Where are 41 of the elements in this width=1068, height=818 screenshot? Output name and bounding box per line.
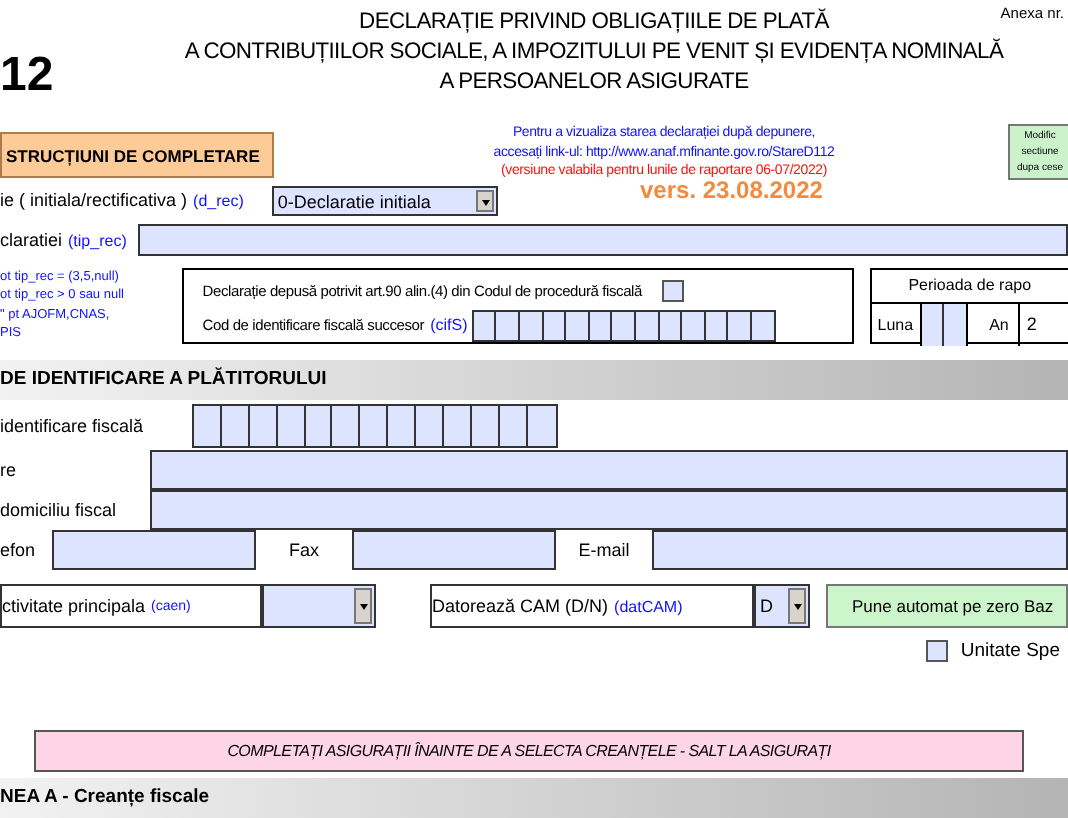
checkbox[interactable] [662, 280, 684, 302]
form-title: A CONTRIBUȚIILOR SOCIALE, A IMPOZITULUI PE VENIT ȘI EVIDENȚA NOMINALĂ [184, 38, 1004, 68]
field-label: ctivitate principala [2, 596, 146, 616]
field-label: An [967, 304, 1021, 346]
section-header: NEA A - Creanțe fiscale [0, 778, 1068, 818]
address-field[interactable] [150, 490, 1068, 530]
email-field[interactable] [652, 530, 1068, 570]
field-label: ie ( initiala/rectificativa ) [0, 190, 188, 210]
version-label: vers. 23.08.2022 [640, 176, 823, 204]
successor-cif-field[interactable] [471, 309, 777, 341]
month-field[interactable] [921, 304, 968, 346]
name-field[interactable] [150, 450, 1068, 490]
field-label: identificare fiscală [0, 415, 146, 435]
input-field[interactable] [138, 224, 1068, 256]
phone-field[interactable] [52, 530, 256, 570]
field-code: (datCAM) [614, 597, 683, 615]
field-label: E-mail [576, 540, 632, 560]
declaration-type-dropdown[interactable]: 0-Declaratie initiala [271, 185, 498, 215]
field-label: domiciliu fiscal [0, 500, 119, 520]
field-label: re [0, 460, 19, 480]
fax-field[interactable] [352, 530, 556, 570]
field-code: (tip_rec) [68, 231, 127, 249]
insured-banner-button[interactable]: COMPLETAȚI ASIGURAȚII ÎNAINTE DE A SELECTA CREANȚELE - SALT LA ASIGURAȚI [34, 730, 1024, 772]
field-code: (cifS) [430, 316, 468, 334]
cif-field[interactable] [192, 403, 558, 447]
form-title: A PERSOANELOR ASIGURATE [439, 68, 749, 98]
year-field[interactable]: 2 [1020, 304, 1055, 346]
form-number: 12 [0, 48, 56, 106]
field-code: (d_rec) [193, 191, 244, 209]
caen-dropdown[interactable] [262, 584, 376, 628]
section-header: DE IDENTIFICARE A PLĂTITORULUI [0, 360, 1068, 400]
form-title: DECLARAȚIE PRIVIND OBLIGAȚIILE DE PLATĂ [359, 8, 829, 38]
field-label: Datorează CAM (D/N) [432, 596, 609, 616]
field-label: Fax [286, 540, 321, 560]
cam-dropdown[interactable]: D [754, 584, 810, 628]
field-label: efon [0, 540, 38, 560]
field-label: claratiei [0, 230, 63, 250]
checkbox-label: Unitate Spe [960, 639, 1060, 661]
zero-button[interactable]: Pune automat pe zero Baz [826, 584, 1068, 628]
checkbox[interactable] [926, 639, 949, 661]
instructions-button[interactable]: STRUCȚIUNI DE COMPLETARE [0, 132, 274, 178]
